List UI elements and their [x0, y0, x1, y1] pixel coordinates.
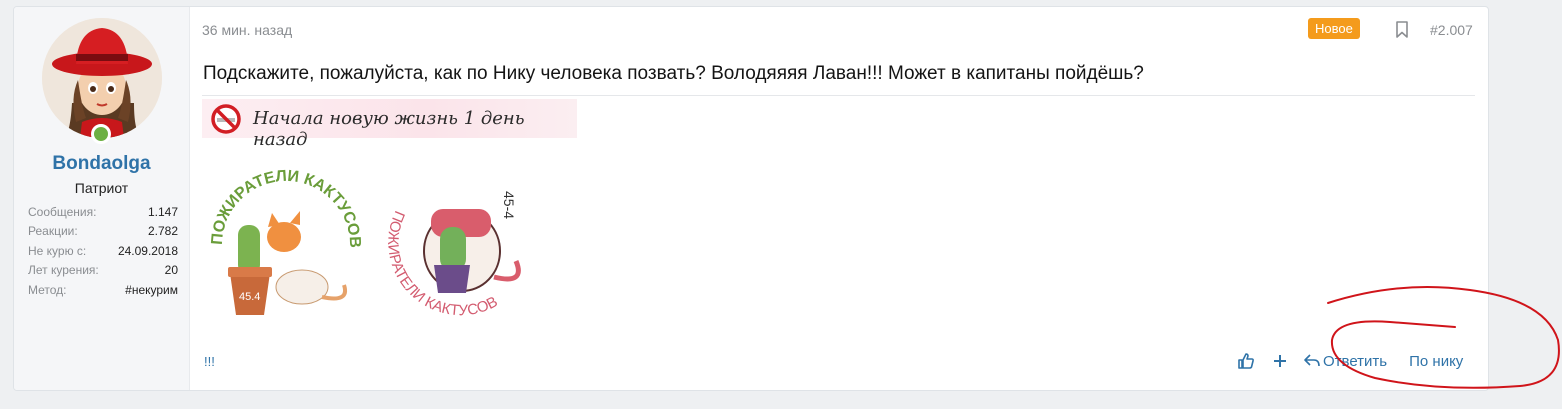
user-title: Патриот: [74, 180, 129, 196]
signature-banner-text: Начала новую жизнь 1 день назад: [253, 108, 525, 150]
stat-row: Метод: #некурим: [28, 281, 178, 300]
like-icon[interactable]: [1237, 352, 1255, 370]
plus-icon[interactable]: [1271, 352, 1289, 370]
stat-label: Реакции:: [28, 224, 78, 239]
signature-divider: [202, 95, 1475, 96]
stat-label: Не курю с:: [28, 243, 87, 258]
cactus-cat-sticker-2: ПОЖИРАТЕЛИ КАКТУСОВ 45-4: [384, 191, 521, 319]
reply-button[interactable]: Ответить: [1323, 353, 1387, 370]
stat-row: Лет курения: 20: [28, 261, 178, 280]
new-badge: Новое: [1308, 18, 1360, 39]
post-main: 36 мин. назад Новое #2.007 Подскажите, п…: [202, 7, 1488, 390]
stat-row: Не курю с: 24.09.2018: [28, 242, 178, 261]
sticker1-pot-text: 45.4: [239, 291, 260, 303]
user-sidebar: Bondaolga Патриот Сообщения: 1.147 Реакц…: [14, 7, 190, 390]
mention-button[interactable]: По нику: [1409, 353, 1463, 370]
reply-icon[interactable]: [1303, 352, 1321, 370]
post-actions: Ответить По нику: [1237, 352, 1463, 370]
stat-value: 20: [164, 263, 178, 278]
online-icon: [91, 124, 111, 144]
username[interactable]: Bondaolga: [14, 153, 189, 175]
forum-post: Bondaolga Патриот Сообщения: 1.147 Реакц…: [13, 6, 1489, 391]
no-smoking-icon: [211, 104, 241, 134]
stat-value: 24.09.2018: [117, 243, 178, 258]
stat-label: Метод:: [28, 282, 67, 297]
stat-row: Сообщения: 1.147: [28, 203, 178, 222]
user-avatar[interactable]: [42, 18, 162, 138]
user-stats: Сообщения: 1.147 Реакции: 2.782 Не курю …: [28, 203, 178, 300]
stat-value: 1.147: [147, 205, 178, 219]
post-text: Подскажите, пожалуйста, как по Нику чело…: [203, 63, 1144, 84]
sticker2-number: 45-4: [501, 191, 517, 219]
signature-banner: Начала новую жизнь 1 день назад: [202, 99, 577, 150]
stat-row: Реакции: 2.782: [28, 222, 178, 241]
stat-label: Сообщения:: [28, 205, 97, 219]
signature-extra-text: !!!: [204, 354, 215, 369]
cactus-cat-sticker: ПОЖИРАТЕЛИ КАКТУСОВ 45.4: [209, 168, 362, 315]
stat-value: 2.782: [147, 224, 178, 239]
stat-label: Лет курения:: [28, 263, 99, 278]
stat-value: #некурим: [125, 282, 178, 297]
post-time[interactable]: 36 мин. назад: [202, 22, 292, 38]
bookmark-icon[interactable]: [1395, 21, 1409, 38]
post-number[interactable]: #2.007: [1430, 22, 1473, 38]
